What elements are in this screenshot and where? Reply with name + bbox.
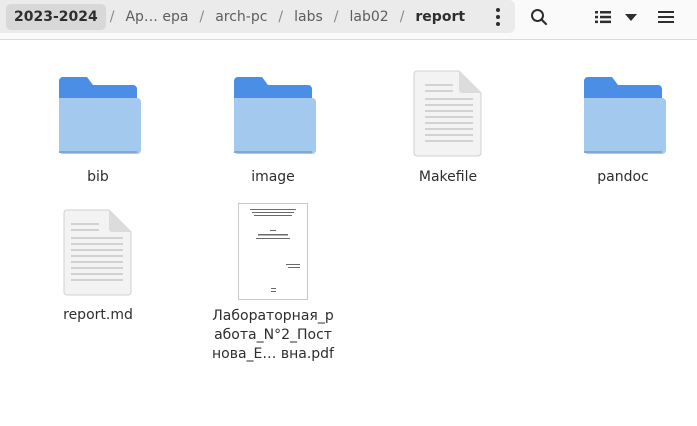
pdf-thumbnail-icon xyxy=(238,203,308,300)
hamburger-menu-icon[interactable] xyxy=(656,6,676,28)
folder-icon xyxy=(584,77,666,154)
search-icon[interactable] xyxy=(528,6,550,28)
breadcrumb-item-report[interactable]: report xyxy=(408,4,472,30)
text-file-icon xyxy=(63,209,132,296)
file-name-line: нова_Е… вна.pdf xyxy=(212,346,334,362)
file-item-report-md[interactable]: report.md xyxy=(33,209,163,329)
breadcrumb-item-lab02[interactable]: lab02 xyxy=(343,4,396,30)
folder-item-bib[interactable]: bib xyxy=(33,70,163,190)
chevron-down-icon[interactable] xyxy=(622,6,640,28)
header-bar: 2023-2024 / Ар… ера / arch-pc / labs / l… xyxy=(0,0,697,40)
breadcrumb-item-architecture[interactable]: Ар… ера xyxy=(118,4,195,30)
vertical-dots-icon[interactable] xyxy=(488,5,508,29)
file-item-pdf[interactable]: Лабораторная_р абота_N°2_Пост нова_Е… вн… xyxy=(208,203,338,368)
file-name-label: Лабораторная_р абота_N°2_Пост нова_Е… вн… xyxy=(208,307,338,364)
folder-item-pandoc[interactable]: pandoc xyxy=(558,70,688,190)
breadcrumb-item-2023-2024[interactable]: 2023-2024 xyxy=(6,3,106,30)
breadcrumb-item-arch-pc[interactable]: arch-pc xyxy=(208,4,274,30)
text-file-icon xyxy=(413,70,482,157)
breadcrumb-separator: / xyxy=(399,8,405,25)
file-name-label: bib xyxy=(87,169,109,185)
file-manager-window: 2023-2024 / Ар… ера / arch-pc / labs / l… xyxy=(0,0,697,426)
breadcrumb-item-labs[interactable]: labs xyxy=(287,4,330,30)
folder-item-image[interactable]: image xyxy=(208,70,338,190)
breadcrumb-separator: / xyxy=(199,8,205,25)
file-name-line: Лабораторная_р xyxy=(212,308,334,324)
file-item-makefile[interactable]: Makefile xyxy=(383,70,513,190)
file-name-label: report.md xyxy=(63,307,133,323)
folder-icon xyxy=(234,77,316,154)
breadcrumb-separator: / xyxy=(278,8,284,25)
list-view-icon[interactable] xyxy=(593,6,613,28)
file-name-label: Makefile xyxy=(418,169,478,185)
breadcrumb-separator: / xyxy=(109,8,115,25)
file-name-label: pandoc xyxy=(597,169,649,185)
breadcrumb-separator: / xyxy=(333,8,339,25)
breadcrumb: 2023-2024 / Ар… ера / arch-pc / labs / l… xyxy=(0,0,515,33)
folder-icon xyxy=(59,77,141,154)
file-name-line: абота_N°2_Пост xyxy=(214,327,332,343)
file-name-label: image xyxy=(251,169,295,185)
